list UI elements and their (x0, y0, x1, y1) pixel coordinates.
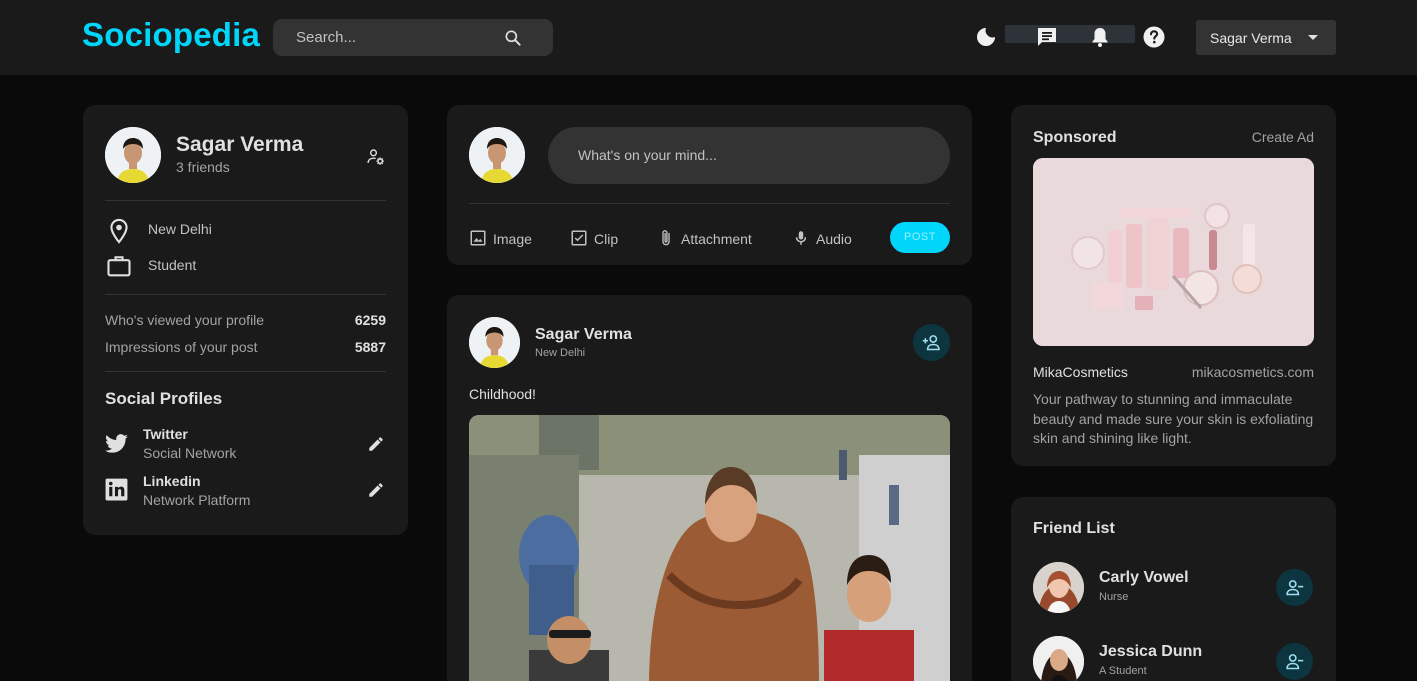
manage-account-icon[interactable] (366, 147, 386, 167)
message-icon[interactable] (1035, 25, 1059, 49)
profile-views-label: Who's viewed your profile (105, 312, 265, 328)
audio-label: Audio (816, 231, 852, 247)
linkedin-sub: Network Platform (143, 492, 251, 508)
microphone-icon (792, 229, 810, 250)
post-photo[interactable] (469, 415, 950, 681)
twitter-icon (104, 431, 129, 456)
paperclip-icon (657, 229, 675, 250)
location-text: New Delhi (148, 221, 212, 237)
twitter-name: Twitter (143, 426, 188, 442)
divider (469, 203, 950, 204)
sponsored-card: Sponsored Create Ad MikaCosmetics mikaco… (1011, 105, 1336, 466)
location-icon (105, 217, 133, 245)
social-profiles-title: Social Profiles (105, 389, 223, 408)
edit-icon[interactable] (367, 481, 385, 499)
notifications-icon[interactable] (1088, 25, 1112, 49)
avatar[interactable] (1033, 562, 1084, 613)
briefcase-icon (105, 252, 133, 280)
friend-occupation: A Student (1099, 665, 1147, 677)
image-action[interactable]: Image (469, 229, 532, 249)
linkedin-icon (104, 477, 129, 502)
divider (105, 371, 386, 372)
avatar (469, 127, 525, 183)
impressions-label: Impressions of your post (105, 339, 258, 355)
impressions-value: 5887 (354, 339, 386, 355)
avatar[interactable] (469, 317, 520, 368)
image-label: Image (493, 231, 532, 247)
occupation-text: Student (148, 257, 197, 273)
person-add-icon (921, 332, 942, 358)
ad-brand: MikaCosmetics (1033, 364, 1128, 380)
user-menu-name: Sagar Verma (1210, 30, 1292, 46)
friend-count: 3 friends (176, 159, 230, 175)
clip-label: Clip (594, 231, 619, 247)
search-input[interactable] (273, 19, 503, 56)
post-text: Childhood! (469, 386, 536, 402)
dark-mode-icon[interactable] (974, 25, 998, 49)
post-input[interactable]: What's on your mind... (548, 127, 950, 184)
ad-image[interactable] (1033, 158, 1314, 346)
profile-card: Sagar Verma 3 friends New Delhi Student … (83, 105, 408, 535)
ad-url[interactable]: mikacosmetics.com (1192, 364, 1314, 380)
avatar[interactable] (105, 127, 161, 183)
logo[interactable]: Sociopedia (82, 16, 260, 54)
gif-box-icon (570, 229, 588, 250)
twitter-sub: Social Network (143, 445, 237, 461)
create-ad-link[interactable]: Create Ad (1252, 129, 1314, 145)
friend-occupation: Nurse (1099, 591, 1129, 603)
divider (105, 200, 386, 201)
chevron-down-icon (1308, 35, 1318, 40)
post-author[interactable]: Sagar Verma (535, 326, 632, 344)
friend-list-card: Friend List Carly Vowel Nurse Jessica Du… (1011, 497, 1336, 681)
remove-friend-button[interactable] (1276, 569, 1313, 606)
navbar: Sociopedia Sagar Verma (0, 0, 1417, 75)
post-location: New Delhi (535, 347, 586, 359)
friend-name[interactable]: Carly Vowel (1099, 569, 1189, 587)
profile-name[interactable]: Sagar Verma (176, 133, 303, 157)
search-icon[interactable] (503, 28, 523, 48)
image-icon (469, 229, 487, 250)
attachment-label: Attachment (681, 231, 752, 247)
tooltip (1005, 25, 1135, 43)
friend-list-title: Friend List (1033, 520, 1115, 537)
ad-description: Your pathway to stunning and immaculate … (1033, 391, 1314, 446)
post-composer: What's on your mind... Image Clip Attach… (447, 105, 972, 265)
help-icon[interactable] (1142, 25, 1166, 49)
avatar[interactable] (1033, 636, 1084, 681)
audio-action[interactable]: Audio (792, 229, 852, 249)
sponsored-title: Sponsored (1033, 129, 1117, 146)
user-menu-select[interactable]: Sagar Verma (1196, 20, 1336, 55)
person-remove-icon (1284, 651, 1305, 677)
profile-views-value: 6259 (354, 312, 386, 328)
divider (105, 294, 386, 295)
post-button[interactable]: POST (890, 222, 950, 253)
edit-icon[interactable] (367, 435, 385, 453)
person-remove-icon (1284, 577, 1305, 603)
friend-name[interactable]: Jessica Dunn (1099, 643, 1202, 661)
linkedin-name: Linkedin (143, 473, 201, 489)
clip-action[interactable]: Clip (570, 229, 618, 249)
search-bar[interactable] (273, 19, 553, 56)
add-friend-button[interactable] (913, 324, 950, 361)
feed-post: Sagar Verma New Delhi Childhood! (447, 295, 972, 681)
attachment-action[interactable]: Attachment (657, 229, 752, 249)
remove-friend-button[interactable] (1276, 643, 1313, 680)
